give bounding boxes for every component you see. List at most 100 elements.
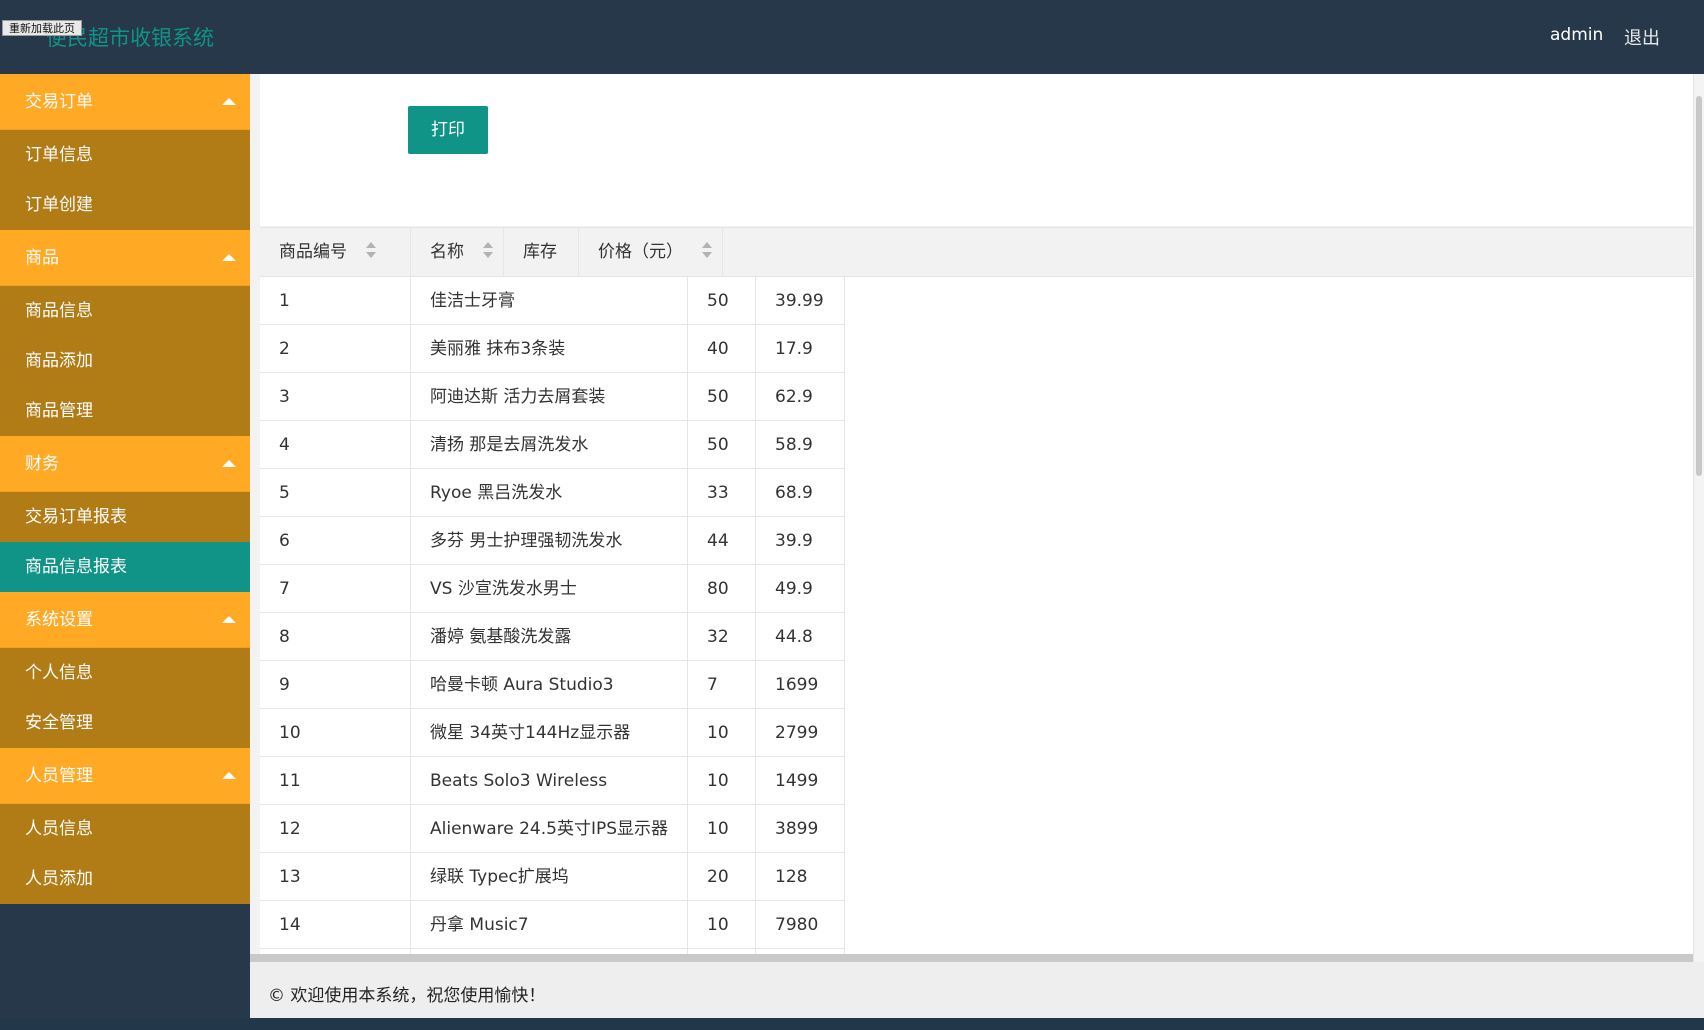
scrollbar-thumb[interactable] — [1696, 96, 1702, 476]
cell-stock: 10 — [688, 805, 756, 853]
cell-stock: 7 — [688, 661, 756, 709]
column-header-label: 商品编号 — [279, 242, 347, 262]
cell-name: 清扬 那是去屑洗发水 — [411, 421, 688, 469]
table-row[interactable]: 14 丹拿 Music7 10 7980 — [260, 901, 845, 949]
cell-id: 11 — [260, 757, 411, 805]
cell-id: 12 — [260, 805, 411, 853]
nav-group-title-finance[interactable]: 财务 — [0, 436, 250, 492]
table-row[interactable]: 13 绿联 Typec扩展坞 20 128 — [260, 853, 845, 901]
cell-price: 7980 — [756, 901, 845, 949]
sidebar-item-goods-report[interactable]: 商品信息报表 — [0, 542, 250, 592]
cell-stock: 50 — [688, 277, 756, 325]
cell-name: 美丽雅 抹布3条装 — [411, 325, 688, 373]
logout-link[interactable]: 退出 — [1624, 24, 1660, 50]
horizontal-scrollbar[interactable] — [250, 954, 1693, 962]
column-header-name[interactable]: 名称 — [411, 228, 504, 277]
user-menu[interactable]: admin — [1550, 25, 1603, 45]
sidebar-item-goods-manage[interactable]: 商品管理 — [0, 386, 250, 436]
nav-group-orders: 交易订单 订单信息 订单创建 — [0, 74, 250, 230]
cell-stock: 32 — [688, 613, 756, 661]
cell-stock: 10 — [688, 709, 756, 757]
cell-name: Alienware 24.5英寸IPS显示器 — [411, 805, 688, 853]
table-row[interactable]: 2 美丽雅 抹布3条装 40 17.9 — [260, 325, 845, 373]
cell-id: 14 — [260, 901, 411, 949]
table-row[interactable]: 8 潘婷 氨基酸洗发露 32 44.8 — [260, 613, 845, 661]
cell-stock: 50 — [688, 421, 756, 469]
cell-stock: 33 — [688, 469, 756, 517]
cell-name: 潘婷 氨基酸洗发露 — [411, 613, 688, 661]
cell-id: 3 — [260, 373, 411, 421]
sidebar-item-staff-add[interactable]: 人员添加 — [0, 854, 250, 904]
sidebar-item-staff-info[interactable]: 人员信息 — [0, 804, 250, 854]
caret-up-icon — [222, 98, 236, 105]
cell-price: 1499 — [756, 757, 845, 805]
cell-name: 哈曼卡顿 Aura Studio3 — [411, 661, 688, 709]
sort-icon[interactable] — [483, 242, 494, 258]
cell-price: 44.8 — [756, 613, 845, 661]
cell-price: 68.9 — [756, 469, 845, 517]
nav-submenu-finance: 交易订单报表 商品信息报表 — [0, 492, 250, 592]
table-row[interactable]: 12 Alienware 24.5英寸IPS显示器 10 3899 — [260, 805, 845, 853]
cell-price: 3899 — [756, 805, 845, 853]
cell-stock: 40 — [688, 325, 756, 373]
nav-group-title-goods[interactable]: 商品 — [0, 230, 250, 286]
nav-group-title-orders[interactable]: 交易订单 — [0, 74, 250, 130]
cell-price: 58.9 — [756, 421, 845, 469]
nav-group-title-settings[interactable]: 系统设置 — [0, 592, 250, 648]
table-row[interactable]: 3 阿迪达斯 活力去屑套装 50 62.9 — [260, 373, 845, 421]
sidebar-nav: 交易订单 订单信息 订单创建 商品 商品信息 商品添加 商品管理 财务 交易订单… — [0, 74, 250, 1018]
cell-price: 17.9 — [756, 325, 845, 373]
cell-id: 13 — [260, 853, 411, 901]
table-row[interactable]: 4 清扬 那是去屑洗发水 50 58.9 — [260, 421, 845, 469]
table-row[interactable]: 1 佳洁士牙膏 50 39.99 — [260, 277, 845, 325]
column-header-price[interactable]: 价格（元） — [579, 228, 723, 277]
nav-submenu-settings: 个人信息 安全管理 — [0, 648, 250, 748]
table-row[interactable]: 6 多芬 男士护理强韧洗发水 44 39.9 — [260, 517, 845, 565]
table-row[interactable]: 11 Beats Solo3 Wireless 10 1499 — [260, 757, 845, 805]
nav-group-goods: 商品 商品信息 商品添加 商品管理 — [0, 230, 250, 436]
cell-stock: 20 — [688, 853, 756, 901]
sort-icon[interactable] — [702, 242, 713, 258]
cell-stock: 10 — [688, 757, 756, 805]
nav-group-title-staff[interactable]: 人员管理 — [0, 748, 250, 804]
cell-id: 8 — [260, 613, 411, 661]
cell-price: 39.9 — [756, 517, 845, 565]
caret-up-icon — [222, 772, 236, 779]
nav-group-label: 交易订单 — [25, 92, 93, 112]
sidebar-item-order-create[interactable]: 订单创建 — [0, 180, 250, 230]
cell-price: 49.9 — [756, 565, 845, 613]
table-row[interactable]: 5 Ryoe 黑吕洗发水 33 68.9 — [260, 469, 845, 517]
sidebar-item-goods-add[interactable]: 商品添加 — [0, 336, 250, 386]
cell-price: 128 — [756, 853, 845, 901]
cell-stock: 10 — [688, 901, 756, 949]
sidebar-item-profile[interactable]: 个人信息 — [0, 648, 250, 698]
column-header-id[interactable]: 商品编号 — [260, 228, 411, 277]
table-row[interactable]: 7 VS 沙宣洗发水男士 80 49.9 — [260, 565, 845, 613]
column-header-stock[interactable]: 库存 — [504, 228, 579, 277]
cell-name: 丹拿 Music7 — [411, 901, 688, 949]
sidebar-item-order-info[interactable]: 订单信息 — [0, 130, 250, 180]
column-header-label: 名称 — [430, 242, 464, 262]
reload-page-button[interactable]: 重新加载此页 — [2, 20, 82, 36]
cell-stock: 44 — [688, 517, 756, 565]
caret-up-icon — [222, 460, 236, 467]
cell-price: 62.9 — [756, 373, 845, 421]
cell-id: 2 — [260, 325, 411, 373]
nav-group-label: 财务 — [25, 454, 59, 474]
cell-name: 绿联 Typec扩展坞 — [411, 853, 688, 901]
table-row[interactable]: 9 哈曼卡顿 Aura Studio3 7 1699 — [260, 661, 845, 709]
cell-name: 佳洁士牙膏 — [411, 277, 688, 325]
table-row[interactable]: 10 微星 34英寸144Hz显示器 10 2799 — [260, 709, 845, 757]
cell-name: Ryoe 黑吕洗发水 — [411, 469, 688, 517]
cell-id: 6 — [260, 517, 411, 565]
sidebar-item-goods-info[interactable]: 商品信息 — [0, 286, 250, 336]
sidebar-item-security[interactable]: 安全管理 — [0, 698, 250, 748]
vertical-scrollbar[interactable] — [1693, 74, 1704, 962]
cell-price: 2799 — [756, 709, 845, 757]
nav-submenu-goods: 商品信息 商品添加 商品管理 — [0, 286, 250, 436]
sort-icon[interactable] — [366, 242, 377, 258]
nav-group-label: 人员管理 — [25, 766, 93, 786]
print-button[interactable]: 打印 — [408, 106, 488, 154]
cell-id: 5 — [260, 469, 411, 517]
sidebar-item-order-report[interactable]: 交易订单报表 — [0, 492, 250, 542]
